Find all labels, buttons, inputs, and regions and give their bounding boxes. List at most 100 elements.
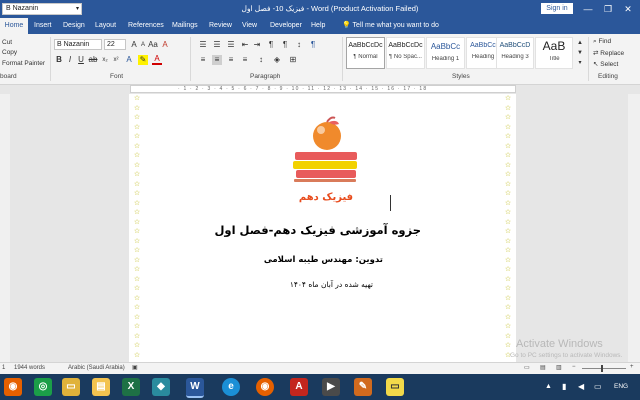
superscript-icon[interactable]: x² — [111, 55, 121, 65]
style-no-spacing[interactable]: AaBbCcDc ¶ No Spac... — [386, 37, 425, 69]
star-icon: ☆ — [133, 313, 141, 321]
sign-in-button[interactable]: Sign in — [541, 3, 573, 14]
quick-font-box[interactable]: B Nazanin ▾ — [2, 3, 82, 15]
tab-layout[interactable]: Layout — [93, 18, 118, 34]
increase-indent-icon[interactable]: ⇥ — [252, 40, 262, 50]
style-heading-1[interactable]: AaBbCc Heading 1 — [426, 37, 465, 69]
excel-icon[interactable]: X — [122, 378, 140, 396]
multilevel-icon[interactable]: ☰ — [226, 40, 236, 50]
align-left-icon[interactable]: ≡ — [198, 55, 208, 65]
text-effects-icon[interactable]: A — [124, 55, 134, 65]
bullets-icon[interactable]: ☰ — [198, 40, 208, 50]
line-spacing-icon[interactable]: ↕ — [256, 55, 266, 65]
sticky-icon[interactable]: ▭ — [386, 378, 404, 396]
language-indicator[interactable]: Arabic (Saudi Arabia) — [68, 365, 125, 371]
tab-references[interactable]: References — [126, 18, 166, 34]
zoom-slider[interactable] — [582, 368, 626, 369]
tab-home[interactable]: Home — [0, 18, 28, 34]
app-icon[interactable]: ◆ — [152, 378, 170, 396]
paint-icon[interactable]: ✎ — [354, 378, 372, 396]
star-icon: ☆ — [133, 152, 141, 159]
restore-icon[interactable]: ❐ — [600, 2, 616, 16]
style-preview: AaBbCcDc — [348, 42, 383, 49]
cut-button[interactable]: Cut — [2, 39, 12, 46]
close-icon[interactable]: ✕ — [620, 2, 636, 16]
firefox-icon[interactable]: ◉ — [256, 378, 274, 396]
subscript-icon[interactable]: x₂ — [100, 55, 110, 65]
zoom-out-icon[interactable]: − — [572, 364, 576, 370]
page-number[interactable]: 1 — [2, 365, 5, 371]
rtl-icon[interactable]: ¶ — [280, 40, 290, 50]
justify-icon[interactable]: ≡ — [240, 55, 250, 65]
media-icon[interactable]: ▶ — [322, 378, 340, 396]
files-icon[interactable]: ▤ — [92, 378, 110, 396]
italic-icon[interactable]: I — [65, 55, 75, 65]
tab-design[interactable]: Design — [61, 18, 87, 34]
web-layout-icon[interactable]: ▥ — [556, 364, 562, 371]
network-icon[interactable]: ▮ — [562, 382, 566, 391]
numbering-icon[interactable]: ☰ — [212, 40, 222, 50]
show-marks-icon[interactable]: ¶ — [308, 40, 318, 50]
quick-font-name: B Nazanin — [6, 5, 39, 12]
vertical-scrollbar[interactable] — [628, 94, 640, 362]
tab-insert[interactable]: Insert — [32, 18, 54, 34]
shading-icon[interactable]: ◈ — [272, 55, 282, 65]
style-normal[interactable]: AaBbCcDc ¶ Normal — [346, 37, 385, 69]
borders-icon[interactable]: ⊞ — [288, 55, 298, 65]
tab-review[interactable]: Review — [207, 18, 234, 34]
read-mode-icon[interactable]: ▭ — [524, 364, 530, 371]
explorer-icon[interactable]: ▭ — [62, 378, 80, 396]
style-heading-3[interactable]: AaBbCcD Heading 3 — [496, 37, 534, 69]
tell-me-search[interactable]: 💡 Tell me what you want to do — [342, 18, 439, 34]
word-count[interactable]: 1944 words — [14, 365, 45, 371]
find-button[interactable]: ⌕ Find — [593, 38, 611, 46]
star-icon: ☆ — [504, 275, 512, 283]
firefox-icon[interactable]: ◉ — [4, 378, 22, 396]
decrease-indent-icon[interactable]: ⇤ — [240, 40, 250, 50]
word-icon[interactable]: W — [186, 378, 204, 398]
tab-view[interactable]: View — [240, 18, 259, 34]
align-center-icon[interactable]: ≡ — [212, 55, 222, 65]
clear-format-icon[interactable]: A — [160, 40, 170, 50]
replace-button[interactable]: ⇄ Replace — [593, 49, 624, 57]
format-painter-button[interactable]: Format Painter — [2, 60, 45, 67]
styles-more-icon[interactable]: ▾ — [575, 58, 585, 68]
style-preview: AaBbCc — [430, 42, 461, 51]
highlight-icon[interactable]: ✎ — [138, 55, 148, 65]
tray-chevron-icon[interactable]: ▲ — [545, 383, 552, 390]
star-icon: ☆ — [504, 332, 512, 340]
macro-icon[interactable]: ▣ — [132, 364, 138, 371]
zoom-in-icon[interactable]: + — [630, 364, 634, 370]
font-name-select[interactable]: B Nazanin — [54, 39, 102, 50]
document-page[interactable]: ☆ ☆ ☆ ☆ ☆ ☆ ☆ ☆ ☆ ☆ ☆ ☆ ☆ ☆ ☆ ☆ ☆ ☆ ☆ ☆ ☆ ☆ ☆ ☆ ☆ ☆ ☆ ☆ ☆ ☆ ☆ ☆ ☆ ☆ ☆ ☆ ☆ ☆ ☆… — [129, 94, 516, 362]
shrink-font-icon[interactable]: A — [138, 40, 148, 50]
change-case-icon[interactable]: Aa — [148, 40, 158, 50]
minimize-icon[interactable]: — — [580, 2, 596, 16]
status-bar: 1 1944 words Arabic (Saudi Arabia) ▣ ▭ ▤… — [0, 362, 640, 374]
sort-icon[interactable]: ↕ — [294, 40, 304, 50]
print-layout-icon[interactable]: ▤ — [540, 364, 546, 371]
underline-icon[interactable]: U — [76, 55, 86, 65]
styles-scroll-up-icon[interactable]: ▲ — [575, 38, 585, 48]
font-size-select[interactable]: 22 — [104, 39, 126, 50]
style-title[interactable]: AaB Title — [535, 37, 573, 69]
font-color-icon[interactable]: A — [152, 55, 162, 65]
volume-icon[interactable]: ◀ — [578, 382, 584, 391]
copy-button[interactable]: Copy — [2, 49, 17, 56]
align-right-icon[interactable]: ≡ — [226, 55, 236, 65]
tab-help[interactable]: Help — [309, 18, 327, 34]
style-preview: AaBbCcDc — [388, 42, 423, 49]
bold-icon[interactable]: B — [54, 55, 64, 65]
language-indicator-taskbar[interactable]: ENG — [614, 383, 628, 390]
ltr-icon[interactable]: ¶ — [266, 40, 276, 50]
styles-scroll-down-icon[interactable]: ▼ — [575, 48, 585, 58]
battery-icon[interactable]: ▭ — [594, 382, 602, 391]
select-button[interactable]: ↖ Select — [593, 60, 618, 68]
tab-mailings[interactable]: Mailings — [170, 18, 200, 34]
edge-icon[interactable]: e — [222, 378, 240, 396]
strikethrough-icon[interactable]: ab — [88, 55, 98, 65]
acrobat-icon[interactable]: A — [290, 378, 308, 396]
chrome-icon[interactable]: ◎ — [34, 378, 52, 396]
zoom-slider-thumb[interactable] — [601, 365, 603, 372]
tab-developer[interactable]: Developer — [268, 18, 304, 34]
